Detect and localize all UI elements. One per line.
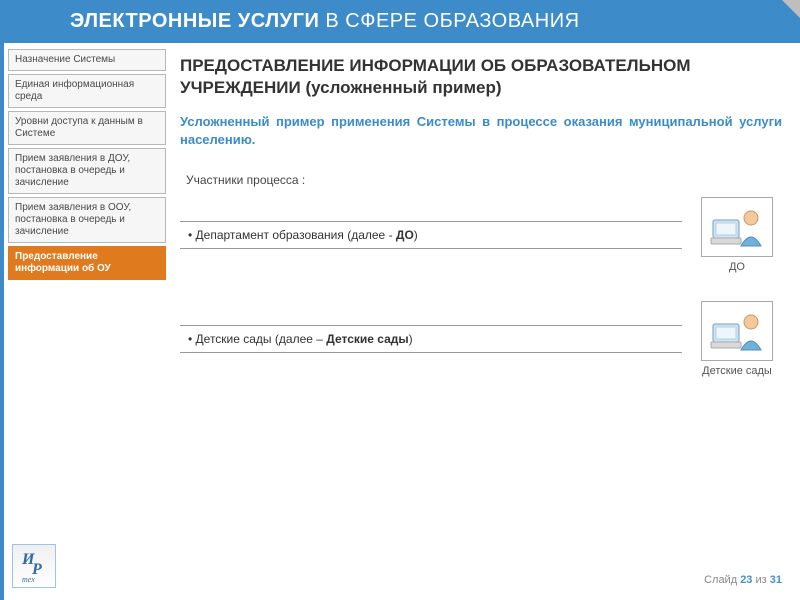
main-panel: ПРЕДОСТАВЛЕНИЕ ИНФОРМАЦИИ ОБ ОБРАЗОВАТЕЛ…: [166, 49, 800, 377]
header-title-bold: ЭЛЕКТРОННЫЕ УСЛУГИ: [70, 10, 319, 32]
sidebar-item-purpose[interactable]: Назначение Системы: [8, 49, 166, 71]
p1-prefix: • Департамент образования (далее -: [188, 228, 396, 242]
header-bar: ЭЛЕКТРОННЫЕ УСЛУГИ В СФЕРЕ ОБРАЗОВАНИЯ: [0, 0, 800, 43]
person-computer-icon: [701, 197, 773, 257]
participant-text-kindergarten: • Детские сады (далее – Детские сады): [180, 325, 682, 353]
sidebar-item-oou[interactable]: Прием заявления в ООУ, постановка в очер…: [8, 197, 166, 243]
participants-heading: Участники процесса :: [186, 173, 782, 187]
footer-current: 23: [740, 574, 752, 586]
content-area: Назначение Системы Единая информационная…: [0, 43, 800, 377]
p1-bold: ДО: [396, 228, 414, 242]
participant-label-kindergarten: Детские сады: [692, 365, 782, 377]
logo-sub: тех: [22, 575, 35, 584]
footer-mid: из: [752, 574, 769, 586]
p2-suffix: ): [409, 332, 413, 346]
p2-prefix: • Детские сады (далее –: [188, 332, 326, 346]
company-logo: И Р тех: [12, 544, 56, 588]
participant-row-do: • Департамент образования (далее - ДО) Д…: [180, 197, 782, 273]
slide-counter: Слайд 23 из 31: [704, 574, 782, 586]
page-title: ПРЕДОСТАВЛЕНИЕ ИНФОРМАЦИИ ОБ ОБРАЗОВАТЕЛ…: [180, 55, 782, 99]
footer-prefix: Слайд: [704, 574, 740, 586]
sidebar-item-access[interactable]: Уровни доступа к данным в Системе: [8, 111, 166, 145]
p1-suffix: ): [414, 228, 418, 242]
sidebar-item-dou[interactable]: Прием заявления в ДОУ, постановка в очер…: [8, 148, 166, 194]
sidebar-item-info-ou[interactable]: Предоставление информации об ОУ: [8, 246, 166, 280]
header-title-thin: В СФЕРЕ ОБРАЗОВАНИЯ: [319, 10, 579, 32]
sidebar-item-environment[interactable]: Единая информационная среда: [8, 74, 166, 108]
participant-icon-kindergarten: Детские сады: [692, 301, 782, 377]
page-subtitle: Усложненный пример применения Системы в …: [180, 113, 782, 149]
participant-icon-do: ДО: [692, 197, 782, 273]
p2-bold: Детские сады: [326, 332, 408, 346]
person-computer-icon: [701, 301, 773, 361]
footer-total: 31: [770, 574, 782, 586]
sidebar: Назначение Системы Единая информационная…: [8, 49, 166, 280]
participant-text-do: • Департамент образования (далее - ДО): [180, 221, 682, 249]
corner-fold: [782, 0, 800, 18]
participant-label-do: ДО: [692, 261, 782, 273]
participant-row-kindergarten: • Детские сады (далее – Детские сады) Де…: [180, 301, 782, 377]
left-edge-accent: [0, 0, 4, 600]
